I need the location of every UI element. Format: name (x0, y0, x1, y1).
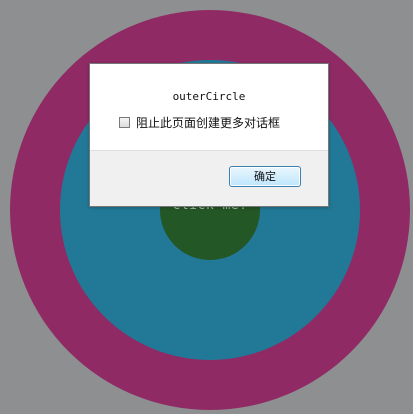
ok-button[interactable]: 确定 (229, 166, 301, 187)
alert-dialog: outerCircle 阻止此页面创建更多对话框 确定 (89, 63, 329, 207)
suppress-dialogs-option[interactable]: 阻止此页面创建更多对话框 (119, 114, 280, 131)
dialog-footer: 确定 (90, 150, 328, 206)
dialog-message: outerCircle (172, 90, 246, 103)
suppress-dialogs-label[interactable]: 阻止此页面创建更多对话框 (136, 114, 280, 131)
dialog-body: outerCircle 阻止此页面创建更多对话框 (90, 64, 328, 152)
suppress-dialogs-checkbox[interactable] (119, 117, 130, 128)
